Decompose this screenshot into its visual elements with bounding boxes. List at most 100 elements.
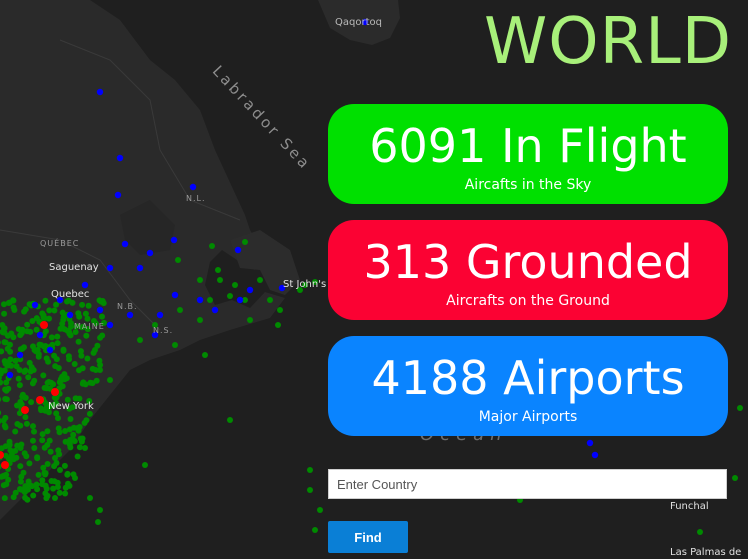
in-flight-marker [207,297,213,303]
in-flight-marker [71,361,78,367]
in-flight-marker [13,454,20,461]
in-flight-marker [2,443,9,450]
in-flight-marker [46,307,53,314]
in-flight-marker [70,431,77,438]
in-flight-marker [61,376,68,383]
in-flight-marker [78,352,85,359]
in-flight-marker [57,467,63,473]
in-flight-marker [67,332,74,339]
in-flight-marker [312,527,318,533]
in-flight-marker [16,382,23,389]
in-flight-marker [49,341,56,348]
in-flight-marker [92,347,98,353]
in-flight-marker [175,257,181,263]
in-flight-marker [43,355,50,362]
airport-marker [31,301,39,309]
in-flight-marker [39,310,46,317]
country-search-input[interactable] [328,469,727,499]
in-flight-marker [4,332,11,339]
grounded-marker [21,406,29,414]
in-flight-marker [61,462,68,469]
in-flight-marker [1,310,8,317]
in-flight-marker [67,416,74,422]
airport-marker [96,88,104,96]
in-flight-marker [12,357,19,364]
in-flight-marker [55,415,61,422]
in-flight-marker [2,360,9,367]
in-flight-marker [19,326,26,333]
in-flight-marker [275,322,281,328]
page-title: WORLD [483,5,732,79]
in-flight-marker [93,377,100,384]
in-flight-marker [10,334,17,341]
in-flight-marker [70,424,77,431]
map-label-saguenay: Saguenay [49,262,99,273]
in-flight-marker [44,442,51,448]
airport-marker [126,311,134,319]
in-flight-marker [53,356,60,363]
in-flight-marker [64,471,71,478]
in-flight-marker [76,313,83,320]
in-flight-marker [2,386,9,393]
in-flight-marker [30,437,36,444]
grounded-card: 313 Grounded Aircrafts on the Ground [328,220,728,320]
in-flight-marker [7,447,14,454]
in-flight-marker [31,377,38,384]
in-flight-marker [317,507,323,513]
in-flight-marker [56,489,63,496]
in-flight-marker [3,471,10,478]
in-flight-marker [59,383,66,390]
grounded-marker [1,461,9,469]
in-flight-marker [2,339,9,346]
in-flight-marker [34,454,41,461]
in-flight-marker [1,495,8,502]
in-flight-marker [21,450,28,457]
in-flight-marker [96,357,103,364]
in-flight-marker [0,417,7,424]
in-flight-marker [44,428,51,435]
map-label-new-york: New York [48,401,94,412]
in-flight-marker [22,306,29,313]
airports-caption: Major Airports [478,409,578,425]
in-flight-marker [54,333,61,340]
in-flight-marker [48,478,55,484]
airport-marker [246,286,254,294]
in-flight-marker [35,471,42,478]
grounded-marker [51,388,59,396]
grounded-marker [40,321,48,329]
in-flight-marker [267,297,273,303]
in-flight-marker [83,417,90,424]
in-flight-marker [46,315,52,322]
in-flight-marker [107,377,113,383]
in-flight-marker [197,317,203,323]
in-flight-marker [17,346,24,353]
in-flight-marker [48,334,55,341]
in-flight-marker [37,405,44,412]
in-flight-marker [23,420,30,427]
in-flight-marker [72,475,78,481]
in-flight-marker [97,507,103,513]
in-flight-marker [30,492,37,499]
map-label-st-johns: St John's [283,279,327,290]
airport-marker [234,246,242,254]
in-flight-marker [3,379,10,386]
in-flight-marker [95,519,101,525]
in-flight-marker [82,310,89,317]
in-flight-marker [33,326,40,333]
airport-marker [591,451,599,459]
in-flight-marker [51,307,58,314]
in-flight-marker [99,332,106,339]
airports-count: 4188 Airports [371,351,685,405]
in-flight-marker [217,277,223,283]
airport-marker [170,236,178,244]
find-button[interactable]: Find [328,521,408,553]
in-flight-marker [232,282,238,288]
in-flight-marker [7,348,14,355]
airport-marker [96,306,104,314]
in-flight-marker [47,448,54,455]
in-flight-marker [1,422,8,429]
in-flight-marker [137,337,143,343]
in-flight-marker [257,277,263,283]
in-flight-marker [82,445,88,451]
map-label-quebec-city: Quebec [51,289,90,300]
